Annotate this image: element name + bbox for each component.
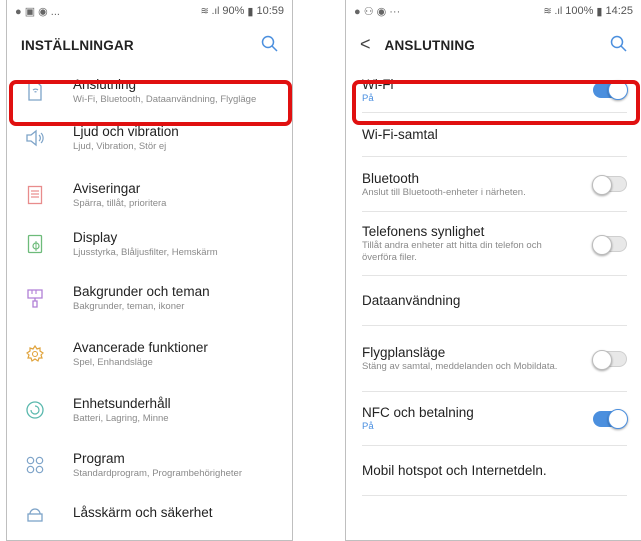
settings-item-lock-screen[interactable]: Låsskärm och säkerhet [7, 492, 292, 532]
wallpaper-icon [25, 288, 45, 308]
battery-icon: ▮ [596, 5, 603, 18]
advanced-features-icon [25, 344, 45, 364]
row-subtitle: Tillåt andra enheter att hitta din telef… [362, 240, 542, 263]
data-usage-row[interactable]: Dataanvändning [362, 276, 627, 326]
signal-icon: ≋ .ıl [200, 5, 220, 17]
battery-percent: 90% [222, 5, 245, 17]
row-title: Wi-Fi [362, 76, 394, 92]
settings-item-advanced-features[interactable]: Avancerade funktioner Spel, Enhandsläge [7, 326, 292, 382]
nfc-payment-row[interactable]: NFC och betalning På [362, 392, 628, 446]
wifi-row[interactable]: Wi-Fi På [362, 68, 628, 113]
item-title: Ljud och vibration [73, 123, 179, 139]
phone-visibility-row[interactable]: Telefonens synlighet Tillåt andra enhete… [362, 212, 627, 276]
airplane-mode-row[interactable]: Flygplansläge Stäng av samtal, meddeland… [362, 326, 627, 392]
notification-icons: ● ⚇ ◉ ··· [354, 5, 401, 18]
search-icon[interactable] [609, 34, 629, 54]
row-title: Bluetooth [362, 170, 420, 186]
item-title: Anslutning [73, 77, 137, 92]
item-subtitle: Spärra, tillåt, prioritera [73, 197, 167, 209]
status-bar: ● ▣ ◉ ... ≋ .ıl 90% ▮ 10:59 [7, 0, 292, 22]
redaction-patch [154, 173, 192, 195]
connection-icon [25, 81, 45, 101]
item-subtitle: Standardprogram, Programbehörigheter [73, 468, 242, 479]
battery-percent: 100% [565, 5, 594, 17]
wifi-calling-row[interactable]: Wi-Fi-samtal [362, 113, 627, 157]
sound-icon [25, 128, 45, 148]
item-title: Avancerade funktioner [73, 340, 208, 355]
row-title: Telefonens synlighet [362, 224, 485, 239]
row-subtitle: Stäng av samtal, meddelanden och Mobilda… [362, 361, 558, 372]
status-bar: ● ⚇ ◉ ··· ≋ .ıl 100% ▮ 14:25 [346, 0, 641, 22]
settings-item-display[interactable]: Display Ljusstyrka, Blåljusfilter, Hemsk… [7, 218, 292, 270]
row-status: På [362, 92, 374, 104]
clock: 10:59 [256, 5, 284, 17]
row-title: Flygplansläge [362, 345, 446, 360]
row-title: Mobil hotspot och Internetdeln. [362, 463, 547, 478]
settings-item-connections[interactable]: Anslutning Wi-Fi, Bluetooth, Dataanvändn… [7, 68, 292, 114]
bluetooth-toggle[interactable] [592, 175, 627, 195]
item-subtitle: Batteri, Lagring, Minne [73, 413, 169, 424]
app-bar: INSTÄLLNINGAR [7, 22, 292, 68]
row-title: Wi-Fi-samtal [362, 127, 438, 142]
page-title: ANSLUTNING [384, 37, 476, 53]
row-title: NFC och betalning [362, 405, 474, 420]
settings-item-sound[interactable]: Ljud och vibration Ljud, Vibration, Stör… [7, 114, 292, 161]
row-title: Dataanvändning [362, 293, 461, 308]
item-subtitle: Ljud, Vibration, Stör ej [73, 140, 167, 152]
item-title: Låsskärm och säkerhet [73, 504, 213, 520]
signal-icon: ≋ .ıl [543, 5, 563, 17]
notification-icons: ● ▣ ◉ ... [15, 5, 60, 18]
settings-item-wallpapers[interactable]: Bakgrunder och teman Bakgrunder, teman, … [7, 270, 292, 326]
device-maintenance-icon [25, 400, 45, 420]
display-icon [25, 234, 45, 254]
settings-list: Anslutning Wi-Fi, Bluetooth, Dataanvändn… [7, 68, 292, 532]
settings-item-apps[interactable]: Program Standardprogram, Programbehörigh… [7, 438, 292, 492]
item-title: Bakgrunder och teman [73, 284, 210, 299]
nfc-toggle[interactable] [593, 408, 628, 429]
page-title: INSTÄLLNINGAR [21, 37, 134, 53]
item-title: Enhetsunderhåll [73, 396, 171, 411]
item-title: Display [73, 230, 118, 245]
connections-screen: ● ⚇ ◉ ··· ≋ .ıl 100% ▮ 14:25 < ANSLUTNIN… [345, 0, 641, 541]
back-arrow-icon[interactable]: < [360, 34, 371, 55]
airplane-mode-toggle[interactable] [592, 349, 627, 370]
settings-screen: ● ▣ ◉ ... ≋ .ıl 90% ▮ 10:59 INSTÄLLNINGA… [6, 0, 293, 541]
settings-item-notifications[interactable]: Aviseringar Spärra, tillåt, prioritera [7, 161, 292, 218]
lock-screen-icon [25, 502, 45, 522]
item-subtitle: Spel, Enhandsläge [73, 357, 153, 368]
search-icon[interactable] [260, 34, 280, 54]
phone-visibility-toggle[interactable] [592, 234, 627, 255]
notifications-icon [25, 185, 45, 205]
item-subtitle: Wi-Fi, Bluetooth, Dataanvändning, Flyglä… [73, 94, 257, 105]
mobile-hotspot-row[interactable]: Mobil hotspot och Internetdeln. [362, 446, 627, 496]
row-status: På [362, 421, 374, 432]
item-subtitle: Ljusstyrka, Blåljusfilter, Hemskärm [73, 247, 218, 258]
item-subtitle: Bakgrunder, teman, ikoner [73, 301, 185, 312]
connections-list: Wi-Fi På Wi-Fi-samtal Bluetooth Anslut t… [346, 68, 641, 496]
battery-icon: ▮ [247, 5, 254, 18]
bluetooth-row[interactable]: Bluetooth Anslut till Bluetooth-enheter … [362, 157, 627, 212]
settings-item-device-maintenance[interactable]: Enhetsunderhåll Batteri, Lagring, Minne [7, 382, 292, 438]
item-title: Program [73, 451, 125, 466]
app-bar: < ANSLUTNING [346, 22, 641, 68]
wifi-toggle[interactable] [593, 80, 628, 100]
row-subtitle: Anslut till Bluetooth-enheter i närheten… [362, 186, 526, 198]
clock: 14:25 [605, 5, 633, 17]
apps-icon [25, 455, 45, 475]
